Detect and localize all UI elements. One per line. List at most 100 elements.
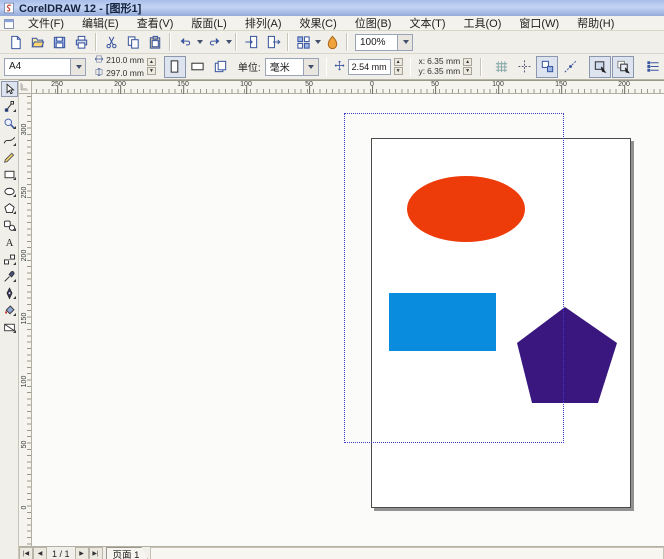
dynamic-guides-button[interactable] — [559, 56, 581, 78]
freehand-tool[interactable] — [1, 132, 18, 148]
treat-as-filled-button[interactable] — [589, 55, 612, 78]
paper-size-spinners[interactable]: ▲ ▼ — [146, 58, 156, 75]
paste-button[interactable] — [144, 31, 166, 53]
duplicate-x-value[interactable]: 6.35 mm — [427, 57, 460, 66]
pick-tool[interactable] — [0, 81, 18, 97]
snap-to-grid-button[interactable] — [490, 56, 512, 78]
export-button[interactable] — [262, 31, 284, 53]
flyout-indicator — [12, 228, 16, 231]
flyout-indicator — [12, 109, 16, 112]
menu-item-1[interactable]: 编辑(E) — [73, 14, 128, 32]
menu-item-4[interactable]: 排列(A) — [236, 14, 291, 32]
v-ruler-label: 200 — [21, 249, 28, 262]
apply-to-all-pages-button[interactable] — [210, 56, 232, 78]
vertical-ruler[interactable]: 300 250 200 150 100 50 0 — [19, 94, 32, 546]
open-button[interactable] — [26, 31, 48, 53]
horizontal-ruler[interactable]: 250 200 150 100 50 0 50 100 150 200 — [32, 81, 664, 94]
landscape-button[interactable] — [187, 56, 209, 78]
document-window-icon[interactable] — [3, 18, 15, 29]
ellipse-tool[interactable] — [1, 183, 18, 199]
toolbar-separator — [287, 33, 289, 51]
options-button[interactable] — [642, 56, 664, 78]
shape-tool[interactable] — [1, 98, 18, 114]
h-ruler-label: 200 — [114, 81, 126, 94]
v-ruler-label: 100 — [21, 375, 28, 388]
paper-height-value[interactable]: 297.0 mm — [106, 68, 144, 78]
menu-item-5[interactable]: 效果(C) — [291, 14, 346, 32]
h-ruler-label: 150 — [177, 81, 189, 94]
paper-type-combo[interactable]: A4 — [4, 57, 87, 76]
undo-button[interactable] — [174, 31, 196, 53]
drawing-window: 250 200 150 100 50 0 50 100 150 200 300 250 200 150 1… — [19, 80, 664, 546]
smart-drawing-tool[interactable] — [1, 149, 18, 165]
print-button[interactable] — [70, 31, 92, 53]
last-page-button[interactable]: ▶| — [88, 547, 103, 559]
paper-width-icon — [94, 54, 104, 66]
new-button[interactable] — [4, 31, 26, 53]
nudge-offset-field[interactable]: 2.54 mm — [347, 58, 391, 75]
canvas[interactable] — [32, 94, 664, 547]
pick-behind-button[interactable] — [612, 55, 635, 78]
redo-button[interactable] — [203, 31, 225, 53]
menu-item-10[interactable]: 帮助(H) — [568, 14, 623, 32]
corel-online-button[interactable] — [321, 31, 343, 53]
menu-item-8[interactable]: 工具(O) — [455, 14, 511, 32]
copy-button[interactable] — [122, 31, 144, 53]
first-page-button[interactable]: |◀ — [19, 547, 33, 559]
cut-button[interactable] — [100, 31, 122, 53]
interactive-fill-tool[interactable] — [1, 319, 18, 335]
property-bar: A4 210.0 mm 297.0 mm ▲ ▼ 单位: 毫米 2.54 mm ▲… — [0, 54, 664, 80]
application-launcher-button[interactable] — [292, 31, 314, 53]
duplicate-x-label: x: — [418, 56, 426, 66]
flyout-indicator — [12, 126, 16, 129]
svg-text:A: A — [5, 238, 13, 249]
save-button[interactable] — [48, 31, 70, 53]
nudge-offset-value: 2.54 mm — [351, 61, 387, 72]
next-page-button[interactable]: ▶ — [74, 547, 89, 559]
standard-toolbar: 100% — [0, 31, 664, 54]
app-icon — [3, 2, 15, 14]
nudge-spinners[interactable]: ▲ ▼ — [393, 58, 403, 75]
zoom-tool[interactable] — [1, 115, 18, 131]
rectangle-tool[interactable] — [1, 166, 18, 182]
text-tool[interactable]: A — [1, 234, 18, 250]
snap-to-objects-button[interactable] — [536, 55, 559, 78]
prev-page-button[interactable]: ◀ — [33, 547, 47, 559]
menu-item-3[interactable]: 版面(L) — [182, 14, 235, 32]
paper-type-value: A4 — [9, 61, 22, 72]
outline-tool[interactable] — [1, 285, 18, 301]
menu-item-2[interactable]: 查看(V) — [128, 14, 183, 32]
v-ruler-label: 150 — [21, 312, 28, 325]
menu-item-6[interactable]: 位图(B) — [346, 14, 401, 32]
menu-item-0[interactable]: 文件(F) — [19, 14, 73, 32]
zoom-combo-arrow[interactable] — [397, 34, 412, 50]
polygon-tool[interactable] — [1, 200, 18, 216]
menu-item-7[interactable]: 文本(T) — [400, 14, 454, 32]
duplicate-spinners[interactable]: ▲ ▼ — [463, 58, 473, 75]
flyout-indicator — [12, 313, 16, 316]
page-tab[interactable]: 页面 1 — [106, 547, 149, 559]
flyout-indicator — [12, 262, 16, 265]
fill-tool[interactable] — [1, 302, 18, 318]
menu-item-9[interactable]: 窗口(W) — [510, 14, 568, 32]
paper-combo-arrow[interactable] — [70, 58, 86, 75]
flyout-indicator — [12, 211, 16, 214]
eyedropper-tool[interactable] — [1, 268, 18, 284]
redo-dropdown-arrow[interactable] — [226, 40, 232, 44]
import-button[interactable] — [240, 31, 262, 53]
horizontal-scrollbar[interactable] — [150, 547, 664, 559]
basic-shapes-tool[interactable] — [1, 217, 18, 233]
portrait-button[interactable] — [163, 55, 186, 78]
v-ruler-label: 300 — [21, 123, 28, 136]
h-ruler-label: 50 — [431, 81, 439, 94]
h-ruler-label: 50 — [305, 81, 313, 94]
paper-height-icon — [94, 67, 104, 79]
zoom-level-combo[interactable]: 100% — [355, 33, 413, 51]
units-combo[interactable]: 毫米 — [264, 57, 319, 76]
interactive-blend-tool[interactable] — [1, 251, 18, 267]
units-combo-arrow[interactable] — [302, 58, 318, 75]
snap-to-guidelines-button[interactable] — [513, 56, 535, 78]
duplicate-y-value[interactable]: 6.35 mm — [427, 67, 460, 76]
paper-width-value[interactable]: 210.0 mm — [106, 55, 144, 65]
ruler-origin-corner[interactable] — [19, 81, 32, 94]
